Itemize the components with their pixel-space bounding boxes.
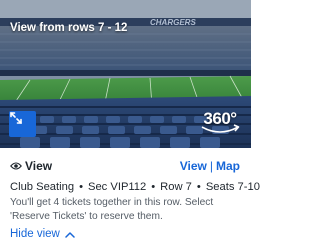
- view-map-switch: View | Map: [180, 159, 240, 173]
- view-toggle-label[interactable]: View: [25, 159, 52, 173]
- view-360-button[interactable]: 360°: [198, 108, 242, 136]
- seat-view-image[interactable]: CHARGERS View from rows 7 - 12 360°: [0, 0, 251, 148]
- eye-icon: [10, 162, 22, 170]
- expand-arrows-icon: [10, 112, 22, 124]
- view-360-label: 360°: [203, 109, 237, 128]
- expand-view-button[interactable]: [9, 111, 36, 137]
- separator-dot: •: [196, 181, 201, 193]
- separator-dot: •: [79, 181, 83, 193]
- hide-view-label: Hide view: [10, 228, 60, 240]
- view-map-separator: |: [209, 159, 213, 173]
- seat-numbers: Seats 7-10: [205, 181, 260, 193]
- view-link[interactable]: View: [180, 159, 207, 173]
- hide-view-button[interactable]: Hide view: [10, 228, 75, 240]
- map-link[interactable]: Map: [216, 159, 240, 173]
- reserve-note: You'll get 4 tickets together in this ro…: [10, 197, 214, 222]
- chevron-up-icon: [65, 231, 75, 238]
- row-number: Row 7: [160, 181, 192, 193]
- stadium-banner: CHARGERS: [150, 18, 196, 27]
- separator-dot: •: [151, 181, 156, 193]
- section-number: Sec VIP112: [87, 181, 147, 193]
- seat-details: Club Seating • Sec VIP112 • Row 7 • Seats 7-10: [10, 181, 260, 193]
- section-type: Club Seating: [10, 181, 75, 193]
- view-toggle-row: View View | Map: [0, 157, 251, 177]
- view-caption: View from rows 7 - 12: [10, 22, 128, 34]
